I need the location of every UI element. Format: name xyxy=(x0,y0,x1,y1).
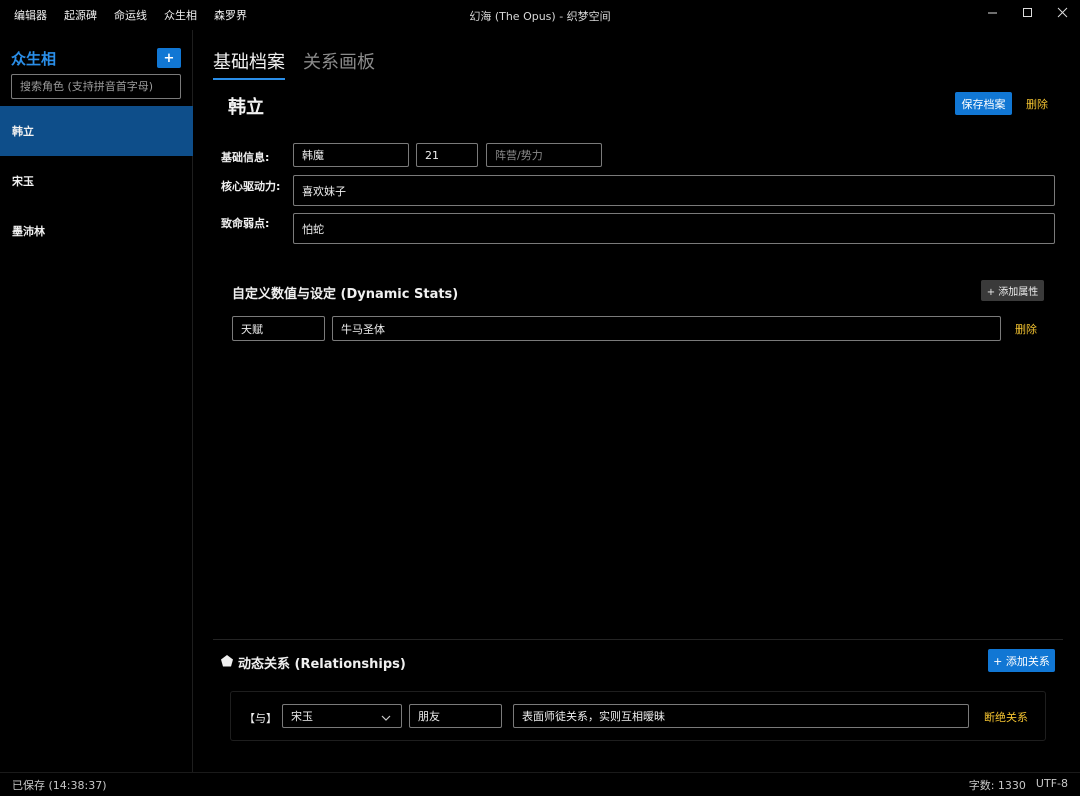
minimize-button[interactable] xyxy=(975,0,1010,24)
stat-value-field[interactable]: 牛马圣体 xyxy=(332,316,1001,341)
relationship-prefix: 【与】 xyxy=(244,712,277,725)
relationships-title: 动态关系 (Relationships) xyxy=(238,657,406,672)
close-button[interactable] xyxy=(1045,0,1080,24)
faction-placeholder: 阵营/势力 xyxy=(495,149,543,162)
character-item-hanli[interactable]: 韩立 xyxy=(0,106,193,156)
pentagon-icon xyxy=(221,655,233,667)
menu-item-world[interactable]: 森罗界 xyxy=(214,7,247,23)
sidebar: 众生相 + 韩立 宋玉 墨沛林 xyxy=(0,30,193,772)
encoding-indicator: UTF-8 xyxy=(1035,776,1068,790)
dynamic-stats-title: 自定义数值与设定 (Dynamic Stats) xyxy=(232,287,459,302)
menu-item-characters[interactable]: 众生相 xyxy=(164,7,197,23)
menu-item-fate[interactable]: 命运线 xyxy=(114,7,147,23)
add-relationship-button[interactable]: + 添加关系 xyxy=(988,649,1055,672)
menu-item-editor[interactable]: 编辑器 xyxy=(14,7,47,23)
break-relationship-button[interactable]: 断绝关系 xyxy=(984,709,1028,725)
sidebar-title: 众生相 xyxy=(11,49,57,68)
maximize-icon xyxy=(1023,7,1032,17)
character-list: 韩立 宋玉 墨沛林 xyxy=(0,106,193,256)
maximize-button[interactable] xyxy=(1010,0,1045,24)
save-profile-button[interactable]: 保存档案 xyxy=(955,92,1012,115)
sidebar-header: 众生相 + xyxy=(11,46,181,70)
menu-bar: 编辑器 起源碑 命运线 众生相 森罗界 xyxy=(0,7,264,23)
fatal-weakness-label: 致命弱点: xyxy=(221,217,270,230)
faction-field[interactable]: 阵营/势力 xyxy=(486,143,602,167)
basic-age-field[interactable]: 21 xyxy=(416,143,478,167)
delete-profile-button[interactable]: 删除 xyxy=(1026,96,1048,112)
core-drive-field[interactable]: 喜欢妹子 xyxy=(293,175,1055,206)
stat-key-field[interactable]: 天赋 xyxy=(232,316,325,341)
relationship-target-value: 宋玉 xyxy=(291,710,313,723)
basic-info-label: 基础信息: xyxy=(221,151,270,164)
title-bar: 编辑器 起源碑 命运线 众生相 森罗界 幻海 (The Opus) - 织梦空间 xyxy=(0,0,1080,30)
minimize-icon xyxy=(988,12,997,13)
status-right: 字数: 1330 UTF-8 xyxy=(969,777,1068,793)
relationship-target-select[interactable]: 宋玉 xyxy=(282,704,402,728)
delete-stat-button[interactable]: 删除 xyxy=(1015,321,1037,337)
add-attribute-button[interactable]: + 添加属性 xyxy=(981,280,1044,301)
save-status: 已保存 (14:38:37) xyxy=(12,778,107,792)
character-name-title: 韩立 xyxy=(228,97,264,118)
close-icon xyxy=(1057,7,1068,17)
tab-basic-profile[interactable]: 基础档案 xyxy=(213,48,285,80)
character-search-input[interactable] xyxy=(11,74,181,99)
relationship-type-field[interactable]: 朋友 xyxy=(409,704,502,728)
word-count: 字数: 1330 xyxy=(968,778,1026,792)
character-item-songyu[interactable]: 宋玉 xyxy=(0,156,193,206)
relationship-desc-field[interactable]: 表面师徒关系，实则互相暧昧 xyxy=(513,704,969,728)
menu-item-origin[interactable]: 起源碑 xyxy=(64,7,97,23)
add-character-button[interactable]: + xyxy=(157,48,181,68)
chevron-down-icon xyxy=(381,715,391,721)
tab-relationship-board[interactable]: 关系画板 xyxy=(303,48,375,80)
character-item-mopeilin[interactable]: 墨沛林 xyxy=(0,206,193,256)
fatal-weakness-field[interactable]: 怕蛇 xyxy=(293,213,1055,244)
main-tabs: 基础档案 关系画板 xyxy=(213,48,375,80)
section-divider xyxy=(213,639,1063,640)
core-drive-label: 核心驱动力: xyxy=(221,180,281,193)
basic-name-field[interactable]: 韩魔 xyxy=(293,143,409,167)
window-controls xyxy=(975,0,1080,26)
status-bar: 已保存 (14:38:37) 字数: 1330 UTF-8 xyxy=(0,772,1080,796)
